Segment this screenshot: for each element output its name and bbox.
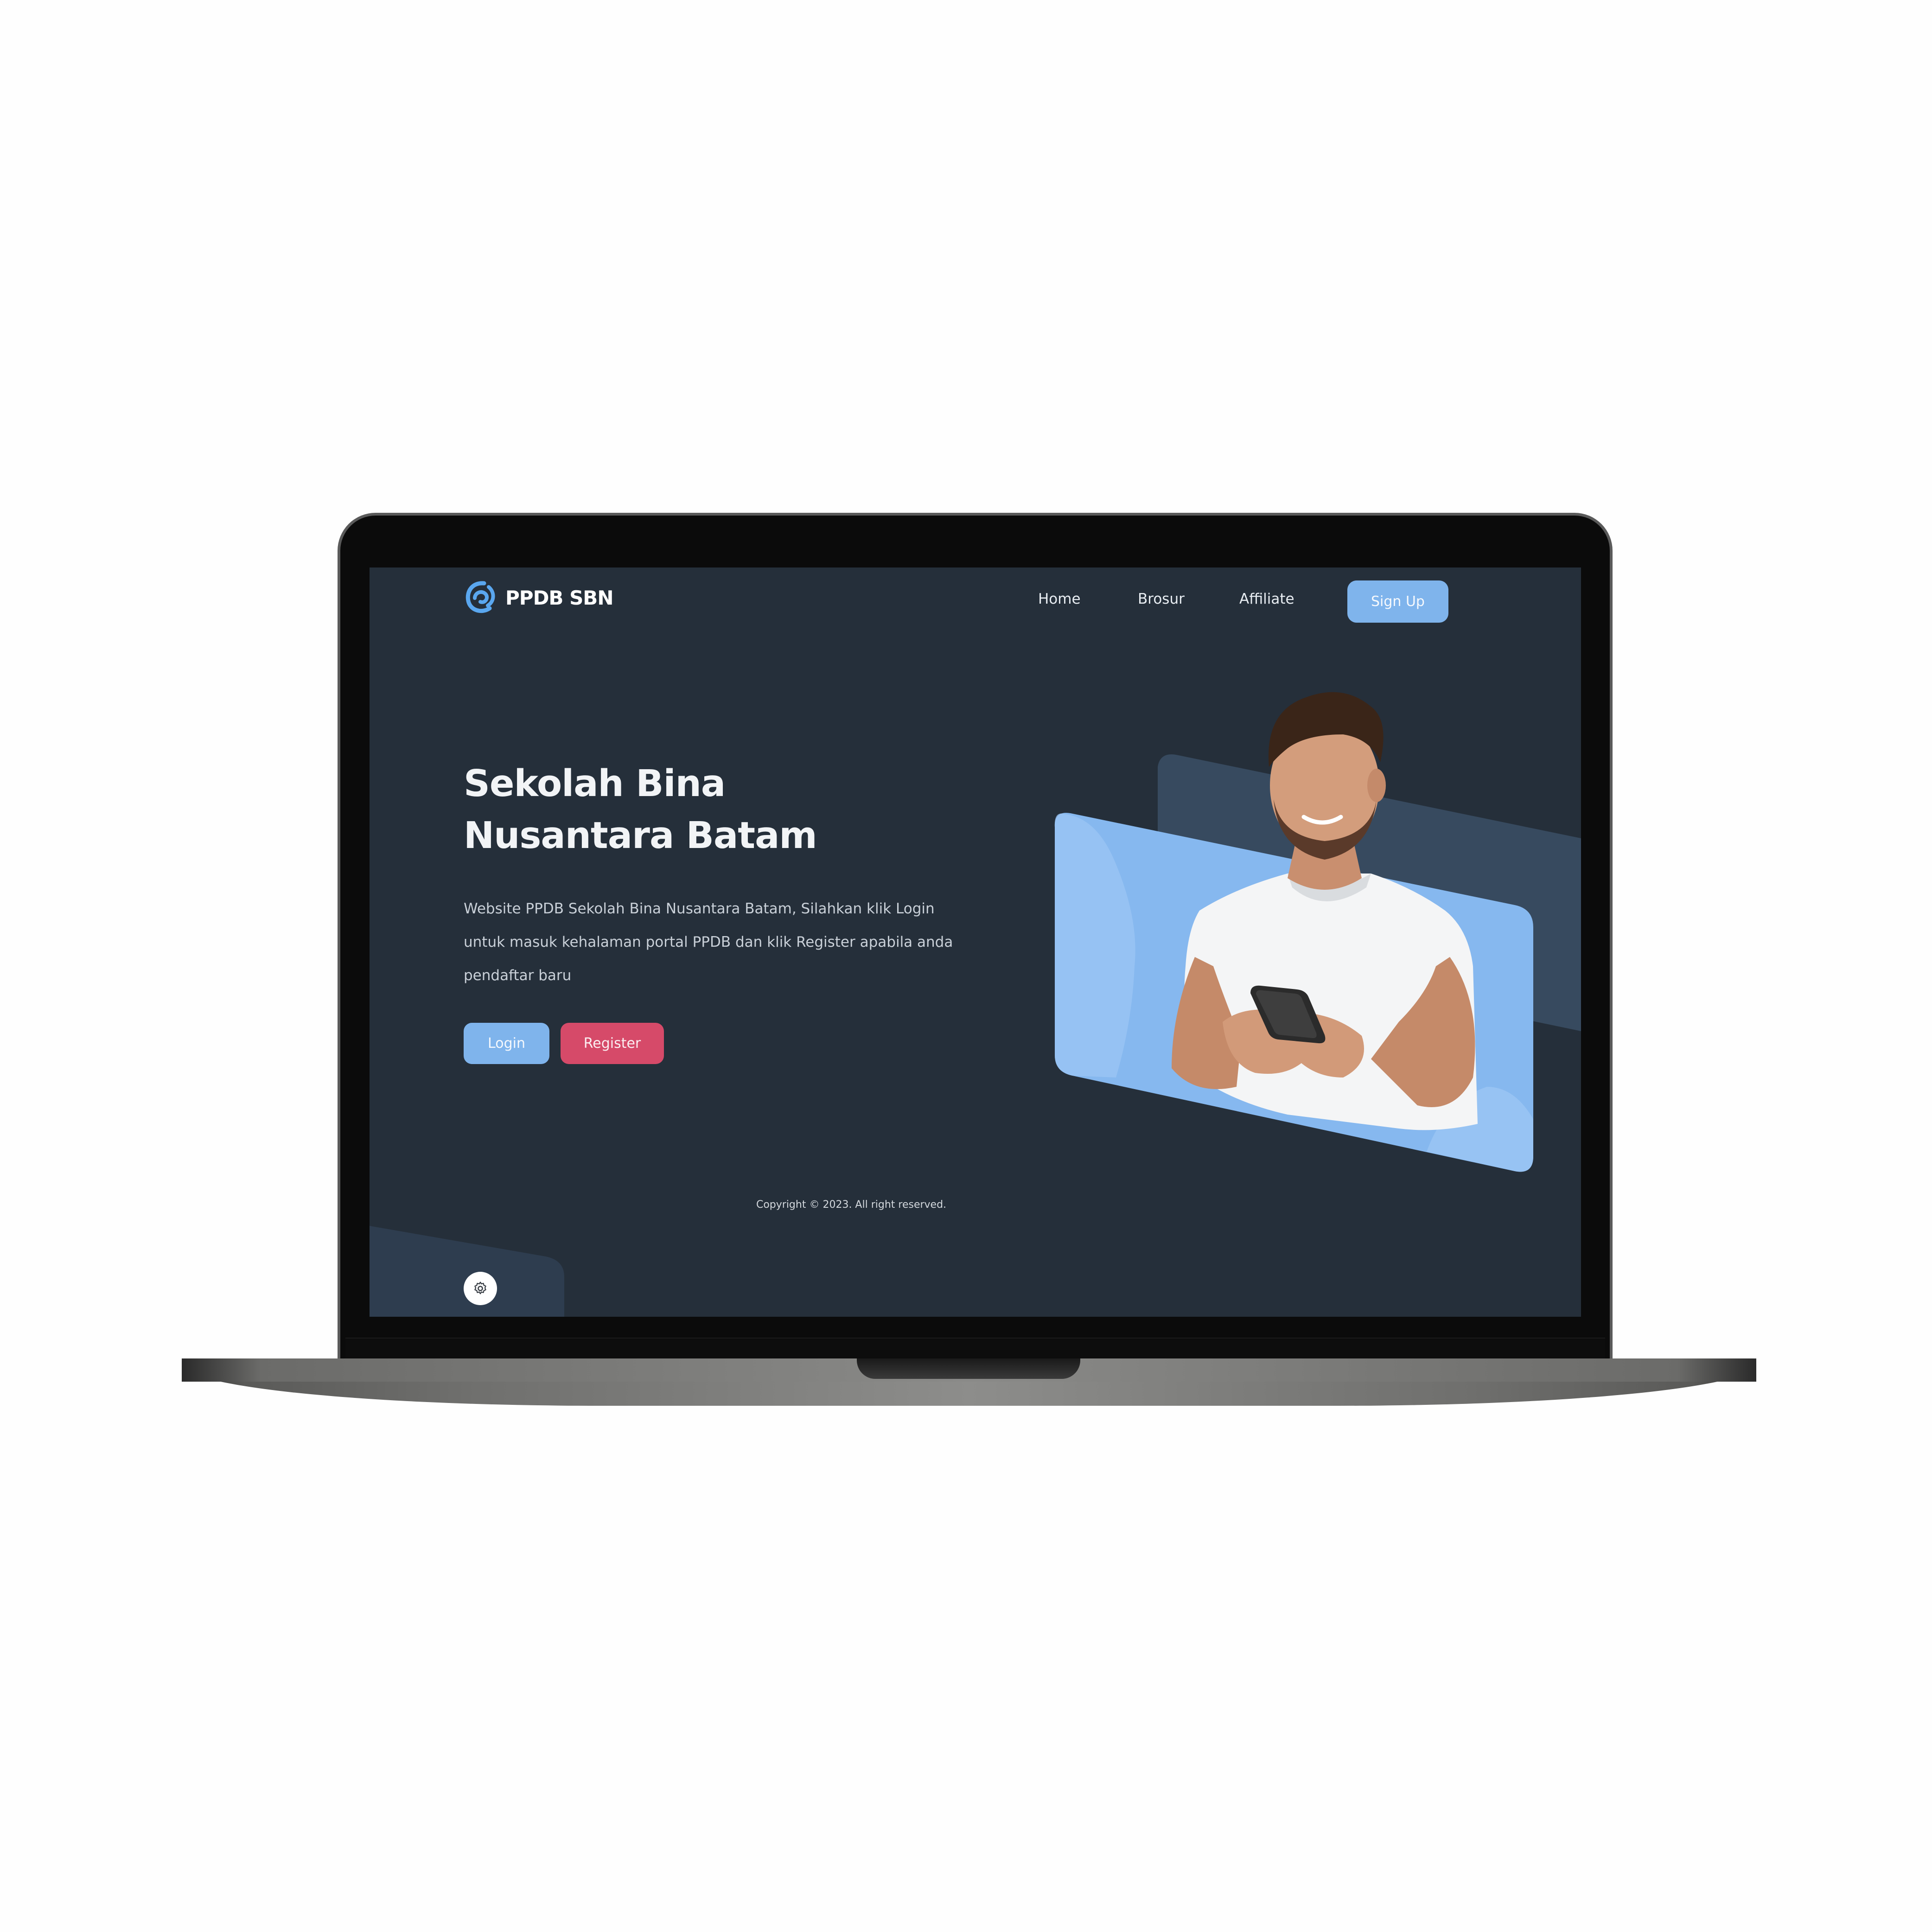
nav-link-affiliate[interactable]: Affiliate	[1239, 591, 1294, 607]
hero-title-line-2: Nusantara Batam	[464, 814, 817, 857]
register-button[interactable]: Register	[561, 1023, 664, 1064]
website-screen: PPDB SBN Home Brosur Affiliate Sign Up S…	[370, 567, 1581, 1317]
login-button[interactable]: Login	[464, 1023, 549, 1064]
sign-up-button[interactable]: Sign Up	[1347, 580, 1448, 623]
laptop-chin	[345, 1338, 1605, 1359]
nav-link-home[interactable]: Home	[1038, 591, 1081, 607]
hero-title-line-1: Sekolah Bina	[464, 762, 726, 805]
hero-title: Sekolah Bina Nusantara Batam	[464, 758, 974, 861]
corner-decoration-shape	[370, 1226, 564, 1317]
gear-icon	[474, 1282, 486, 1294]
hero-description: Website PPDB Sekolah Bina Nusantara Bata…	[464, 900, 953, 984]
copyright-text: Copyright © 2023. All right reserved.	[756, 1199, 947, 1211]
laptop-notch	[857, 1358, 1080, 1379]
nav-link-brosur[interactable]: Brosur	[1138, 591, 1185, 607]
man-holding-smartphone-illustration	[1054, 692, 1581, 1172]
laptop-mockup: PPDB SBN Home Brosur Affiliate Sign Up S…	[0, 0, 1932, 1932]
settings-button[interactable]	[464, 1272, 497, 1305]
